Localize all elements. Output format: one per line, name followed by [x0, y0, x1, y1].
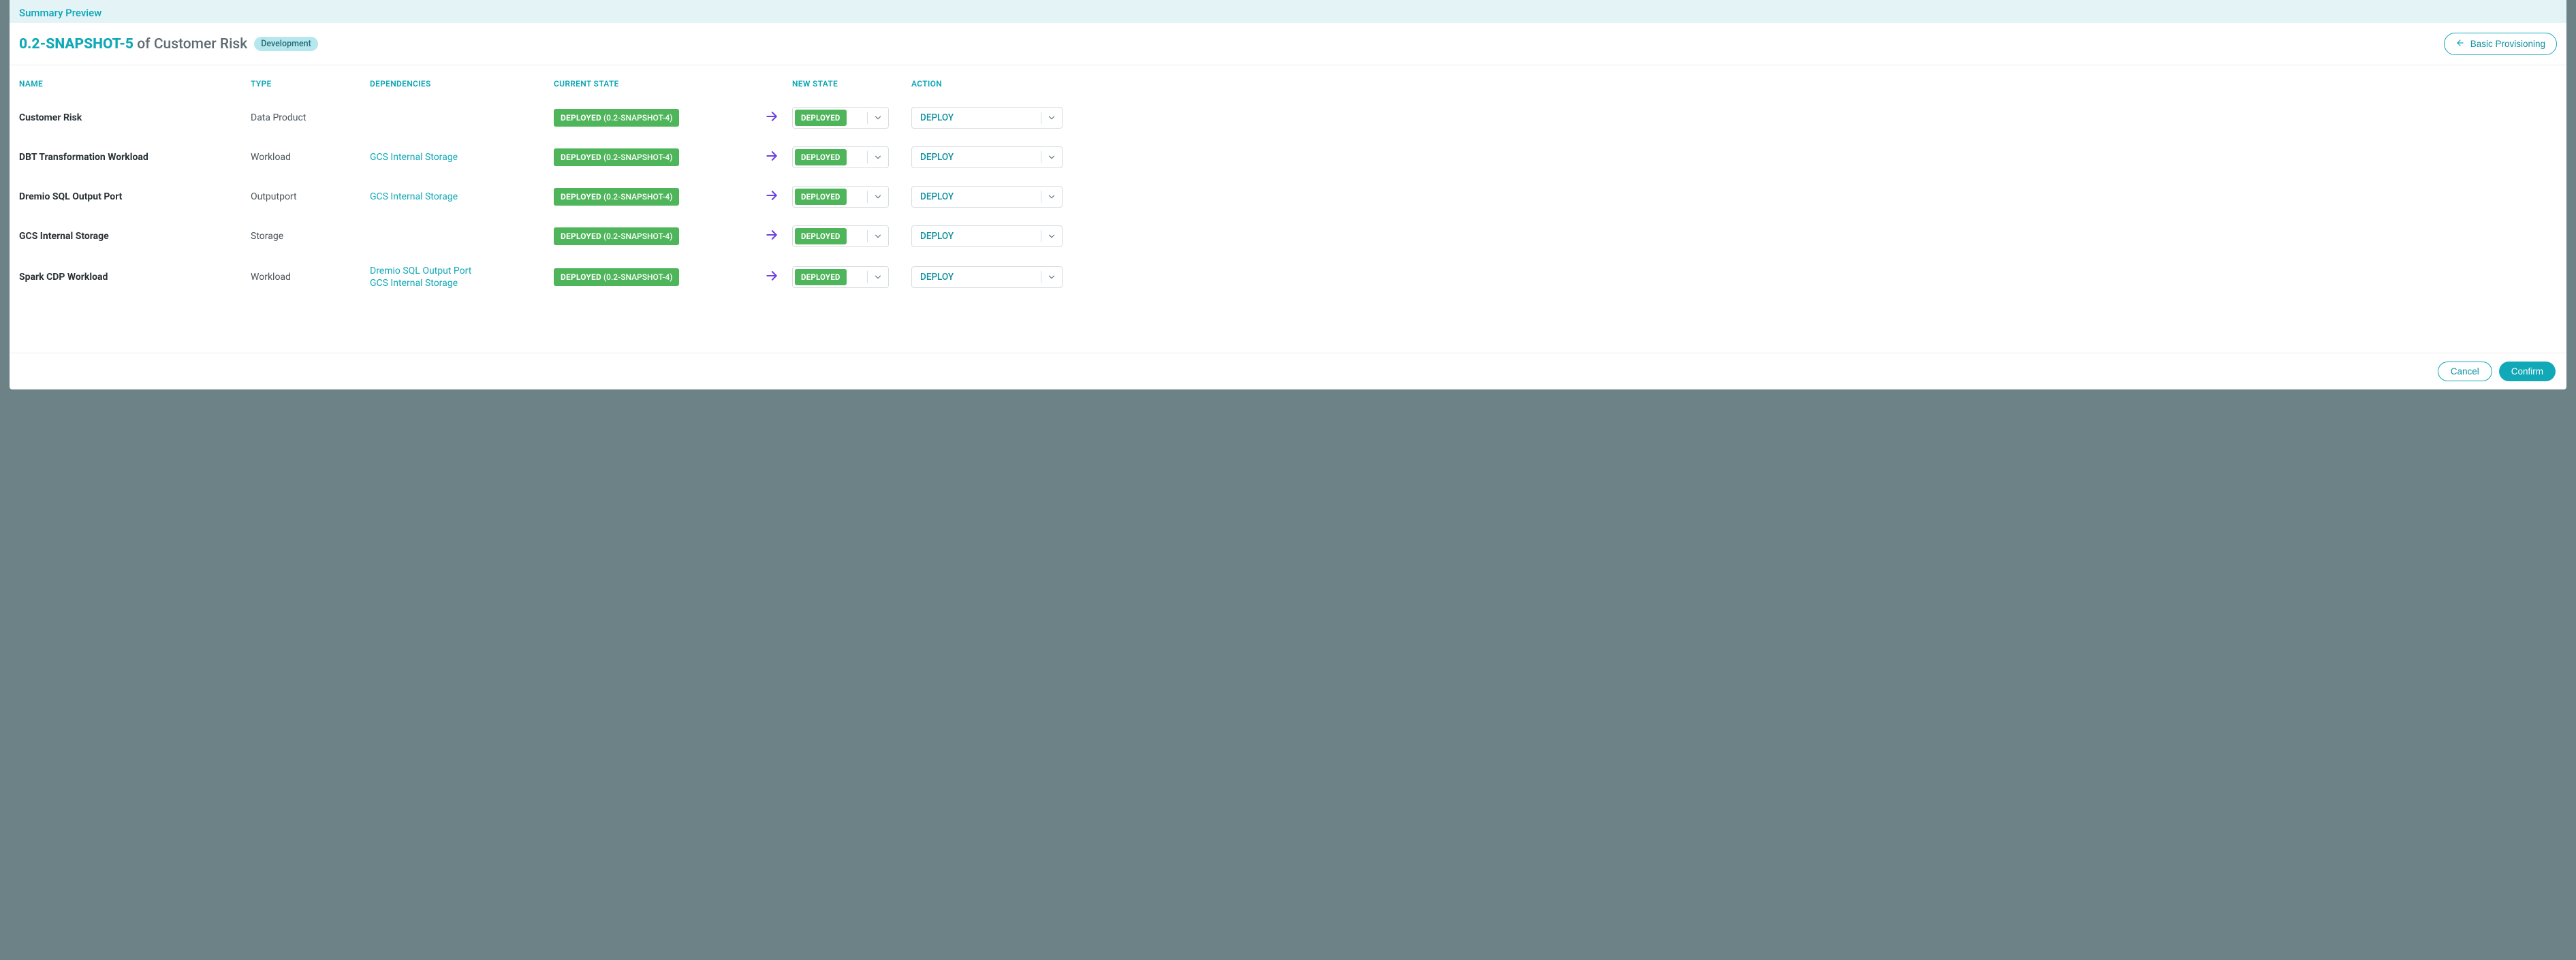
table-row: Dremio SQL Output Port Outputport GCS In… [19, 177, 2557, 217]
page-title: 0.2-SNAPSHOT-5 of Customer Risk [19, 36, 247, 52]
modal-footer: Cancel Confirm [10, 353, 2566, 389]
new-state-badge: DEPLOYED [795, 110, 847, 126]
env-badge: Development [254, 37, 318, 51]
current-state-badge: DEPLOYED (0.2-SNAPSHOT-4) [554, 268, 679, 286]
chevron-down-icon[interactable] [868, 192, 888, 202]
col-name: NAME [19, 79, 251, 89]
dependency-link[interactable]: Dremio SQL Output Port [370, 265, 554, 277]
action-select[interactable]: DEPLOY [911, 225, 1063, 247]
table-row: Customer Risk Data Product DEPLOYED (0.2… [19, 98, 2557, 138]
row-action: DEPLOY [911, 225, 1065, 247]
col-deps: DEPENDENCIES [370, 79, 554, 89]
row-name: DBT Transformation Workload [19, 152, 251, 163]
new-state-select[interactable]: DEPLOYED [792, 107, 889, 129]
new-state-select[interactable]: DEPLOYED [792, 186, 889, 208]
row-name: Dremio SQL Output Port [19, 191, 251, 202]
current-state-badge: DEPLOYED (0.2-SNAPSHOT-4) [554, 227, 679, 245]
action-select[interactable]: DEPLOY [911, 107, 1063, 129]
row-new-state: DEPLOYED [792, 107, 911, 129]
new-state-select[interactable]: DEPLOYED [792, 266, 889, 288]
row-action: DEPLOY [911, 266, 1065, 288]
chevron-down-icon[interactable] [1041, 231, 1062, 241]
row-type: Data Product [251, 112, 370, 123]
col-action: ACTION [911, 79, 1065, 89]
row-current-state: DEPLOYED (0.2-SNAPSHOT-4) [554, 227, 751, 245]
row-type: Storage [251, 231, 370, 242]
row-new-state: DEPLOYED [792, 266, 911, 288]
row-type: Workload [251, 152, 370, 163]
action-label: DEPLOY [912, 231, 1041, 242]
row-new-state: DEPLOYED [792, 225, 911, 247]
row-current-state: DEPLOYED (0.2-SNAPSHOT-4) [554, 268, 751, 286]
title-product: of Customer Risk [133, 36, 247, 52]
chevron-down-icon[interactable] [1041, 153, 1062, 162]
row-name: Customer Risk [19, 112, 251, 123]
new-state-select[interactable]: DEPLOYED [792, 225, 889, 247]
arrow-right-icon [751, 228, 792, 244]
action-select[interactable]: DEPLOY [911, 186, 1063, 208]
arrow-right-icon [751, 269, 792, 285]
basic-provisioning-label: Basic Provisioning [2470, 39, 2545, 49]
new-state-badge: DEPLOYED [795, 228, 847, 244]
dependency-link[interactable]: GCS Internal Storage [370, 277, 554, 289]
new-state-select[interactable]: DEPLOYED [792, 146, 889, 168]
new-state-badge: DEPLOYED [795, 269, 847, 285]
action-label: DEPLOY [912, 112, 1041, 123]
row-dependencies: GCS Internal Storage [370, 191, 554, 203]
row-new-state: DEPLOYED [792, 186, 911, 208]
modal-header: 0.2-SNAPSHOT-5 of Customer Risk Developm… [10, 23, 2566, 65]
summary-preview-bar: Summary Preview [10, 0, 2566, 23]
row-current-state: DEPLOYED (0.2-SNAPSHOT-4) [554, 148, 751, 166]
chevron-down-icon[interactable] [868, 153, 888, 162]
provisioning-table: NAME TYPE DEPENDENCIES CURRENT STATE NEW… [10, 65, 2566, 353]
new-state-badge: DEPLOYED [795, 189, 847, 205]
chevron-down-icon[interactable] [868, 113, 888, 123]
arrow-right-icon [751, 149, 792, 165]
row-name: GCS Internal Storage [19, 231, 251, 242]
row-dependencies: Dremio SQL Output PortGCS Internal Stora… [370, 265, 554, 289]
action-label: DEPLOY [912, 191, 1041, 202]
provisioning-modal: Summary Preview 0.2-SNAPSHOT-5 of Custom… [10, 0, 2566, 389]
table-row: GCS Internal Storage Storage DEPLOYED (0… [19, 217, 2557, 256]
chevron-down-icon[interactable] [868, 272, 888, 282]
col-current: CURRENT STATE [554, 79, 751, 89]
new-state-badge: DEPLOYED [795, 149, 847, 165]
chevron-down-icon[interactable] [1041, 272, 1062, 282]
current-state-badge: DEPLOYED (0.2-SNAPSHOT-4) [554, 188, 679, 206]
basic-provisioning-button[interactable]: Basic Provisioning [2444, 33, 2557, 55]
action-label: DEPLOY [912, 152, 1041, 163]
col-type: TYPE [251, 79, 370, 89]
dependency-link[interactable]: GCS Internal Storage [370, 151, 554, 163]
confirm-button[interactable]: Confirm [2499, 362, 2556, 381]
row-action: DEPLOY [911, 107, 1065, 129]
row-action: DEPLOY [911, 146, 1065, 168]
cancel-button[interactable]: Cancel [2438, 362, 2492, 381]
arrow-right-icon [751, 110, 792, 126]
action-label: DEPLOY [912, 272, 1041, 283]
col-newstate: NEW STATE [792, 79, 911, 89]
row-action: DEPLOY [911, 186, 1065, 208]
row-dependencies: GCS Internal Storage [370, 151, 554, 163]
arrow-right-icon [751, 189, 792, 205]
table-row: DBT Transformation Workload Workload GCS… [19, 138, 2557, 177]
action-select[interactable]: DEPLOY [911, 266, 1063, 288]
current-state-badge: DEPLOYED (0.2-SNAPSHOT-4) [554, 109, 679, 127]
table-header: NAME TYPE DEPENDENCIES CURRENT STATE NEW… [19, 72, 2557, 98]
current-state-badge: DEPLOYED (0.2-SNAPSHOT-4) [554, 148, 679, 166]
dependency-link[interactable]: GCS Internal Storage [370, 191, 554, 203]
table-row: Spark CDP Workload Workload Dremio SQL O… [19, 256, 2557, 298]
chevron-down-icon[interactable] [868, 231, 888, 241]
title-version: 0.2-SNAPSHOT-5 [19, 36, 133, 52]
summary-preview-label: Summary Preview [19, 7, 101, 19]
action-select[interactable]: DEPLOY [911, 146, 1063, 168]
row-new-state: DEPLOYED [792, 146, 911, 168]
row-current-state: DEPLOYED (0.2-SNAPSHOT-4) [554, 188, 751, 206]
row-type: Workload [251, 272, 370, 283]
row-name: Spark CDP Workload [19, 272, 251, 283]
row-current-state: DEPLOYED (0.2-SNAPSHOT-4) [554, 109, 751, 127]
chevron-down-icon[interactable] [1041, 192, 1062, 202]
arrow-left-icon [2455, 38, 2465, 50]
row-type: Outputport [251, 191, 370, 202]
chevron-down-icon[interactable] [1041, 113, 1062, 123]
